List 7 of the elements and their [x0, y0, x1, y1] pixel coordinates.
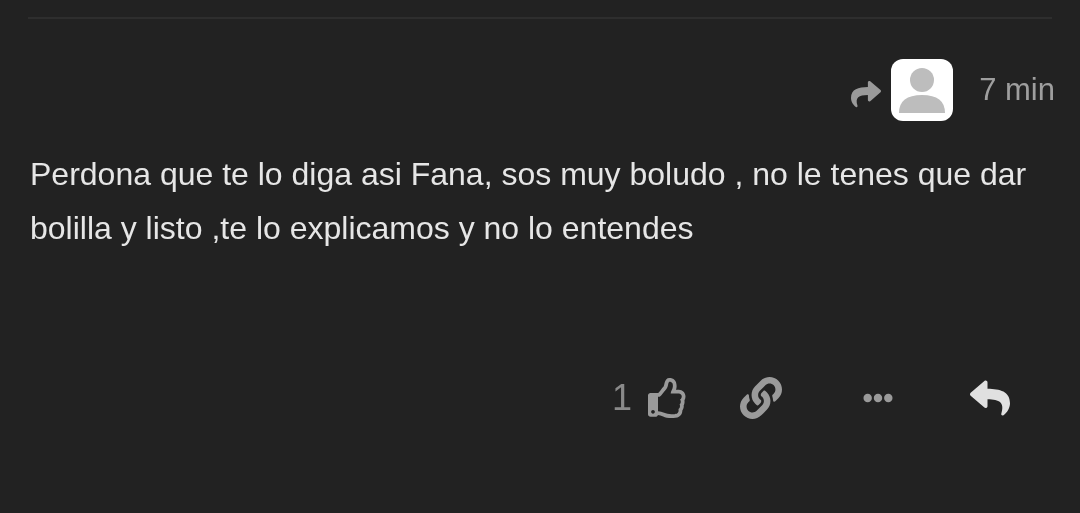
reply-icon[interactable] — [968, 378, 1013, 418]
comment-time: 7 min — [979, 70, 1055, 109]
person-icon — [897, 67, 948, 113]
share-arrow-icon[interactable] — [849, 79, 884, 109]
link-icon[interactable] — [740, 377, 783, 419]
comment-text: Perdona que te lo diga asi Fana, sos muy boludo , no le tenes que dar bolilla y listo ,te lo explicamos y no lo entendes — [30, 155, 1028, 248]
like-count: 1 — [612, 376, 633, 420]
